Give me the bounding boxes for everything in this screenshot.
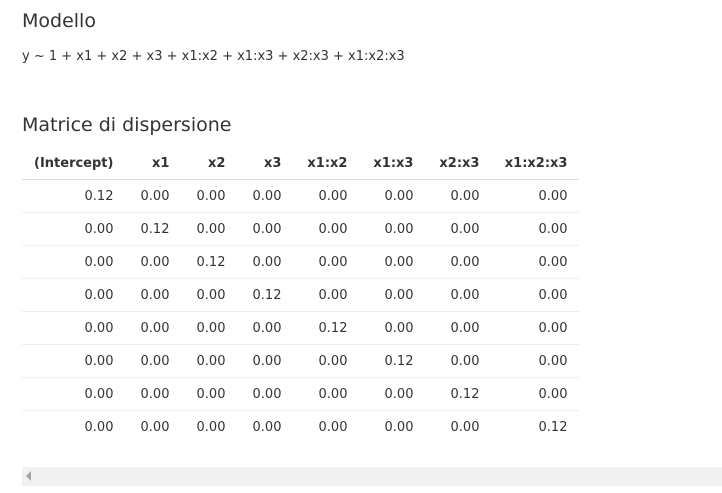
table-cell: 0.00 (359, 245, 426, 279)
table-cell: 0.00 (237, 344, 294, 378)
model-section-title: Modello (22, 10, 96, 32)
table-cell: 0.00 (22, 344, 126, 378)
table-cell: 0.00 (425, 179, 492, 213)
table-header-row: (Intercept) x1 x2 x3 x1:x2 x1:x3 x2:x3 x… (22, 148, 580, 180)
table-cell: 0.00 (125, 377, 182, 411)
table-cell: 0.00 (293, 245, 360, 279)
table-cell: 0.00 (359, 212, 426, 246)
table-cell: 0.00 (491, 311, 580, 345)
table-cell: 0.00 (22, 245, 126, 279)
table-cell: 0.00 (450, 419, 480, 435)
table-cell: 0.12 (538, 419, 568, 435)
table-cell: 0.12 (181, 245, 238, 279)
scroll-left-arrow-icon[interactable] (26, 471, 31, 481)
table-cell: 0.00 (425, 344, 492, 378)
table-row: 0.00 0.00 0.00 0.12 0.00 0.00 0.00 0.00 (22, 278, 580, 312)
table-cell: 0.00 (425, 245, 492, 279)
table-cell: 0.00 (181, 179, 238, 213)
table-cell: 0.00 (140, 419, 170, 435)
table-cell: 0.00 (425, 212, 492, 246)
table-cell: 0.00 (181, 344, 238, 378)
page: Modello y ~ 1 + x1 + x2 + x3 + x1:x2 + x… (0, 0, 722, 493)
table-cell: 0.00 (252, 419, 282, 435)
table-cell: 0.00 (359, 377, 426, 411)
table-cell: 0.00 (318, 419, 348, 435)
table-cell: 0.00 (125, 278, 182, 312)
table-cell: 0.00 (125, 311, 182, 345)
table-body: 0.12 0.00 0.00 0.00 0.00 0.00 0.00 0.00 0.00 0.12… (22, 179, 580, 444)
table-cell: 0.00 (181, 311, 238, 345)
table-cell: 0.00 (181, 377, 238, 411)
table-cell: 0.00 (22, 377, 126, 411)
table-cell: 0.12 (237, 278, 294, 312)
table-cell: 0.12 (22, 179, 126, 213)
table-cell: 0.00 (425, 278, 492, 312)
table-cell: 0.00 (293, 212, 360, 246)
table-row: 0.00 0.00 0.00 0.00 0.00 0.00 0.00 0.12 (22, 411, 579, 444)
table-cell: 0.00 (293, 278, 360, 312)
table-row: 0.00 0.12 0.00 0.00 0.00 0.00 0.00 0.00 (22, 212, 580, 246)
table-cell: 0.00 (237, 179, 294, 213)
table-cell: 0.00 (359, 278, 426, 312)
table-cell: 0.00 (293, 377, 360, 411)
table-cell: 0.00 (384, 419, 414, 435)
table-row: 0.00 0.00 0.00 0.00 0.00 0.00 0.12 0.00 (22, 377, 580, 411)
table-cell: 0.00 (491, 245, 580, 279)
table-cell: 0.00 (22, 311, 126, 345)
table-cell: 0.00 (125, 344, 182, 378)
table-cell: 0.00 (491, 212, 580, 246)
table-cell: 0.00 (125, 179, 182, 213)
column-header: x2:x3 (425, 148, 492, 180)
dispersion-matrix-title: Matrice di dispersione (22, 114, 232, 136)
table-cell: 0.12 (425, 377, 492, 411)
table-cell: 0.00 (125, 245, 182, 279)
column-header: x1:x2:x3 (491, 148, 580, 180)
column-header: x2 (181, 148, 238, 180)
table-cell: 0.00 (181, 212, 238, 246)
table-row: 0.00 0.00 0.00 0.00 0.00 0.12 0.00 0.00 (22, 344, 580, 378)
horizontal-scrollbar[interactable] (22, 467, 722, 486)
column-header: (Intercept) (22, 148, 126, 180)
column-header: x1 (125, 148, 182, 180)
table-row: 0.12 0.00 0.00 0.00 0.00 0.00 0.00 0.00 (22, 179, 580, 213)
table-cell: 0.00 (237, 245, 294, 279)
table-cell: 0.00 (181, 278, 238, 312)
table-cell: 0.00 (491, 278, 580, 312)
table-row: 0.00 0.00 0.12 0.00 0.00 0.00 0.00 0.00 (22, 245, 580, 279)
table-cell: 0.00 (359, 179, 426, 213)
table-cell: 0.00 (22, 278, 126, 312)
table-cell: 0.00 (237, 377, 294, 411)
table-cell: 0.12 (125, 212, 182, 246)
table-cell: 0.00 (359, 311, 426, 345)
dispersion-table-container: (Intercept) x1 x2 x3 x1:x2 x1:x3 x2:x3 x… (22, 148, 722, 466)
table-cell: 0.00 (491, 377, 580, 411)
column-header: x1:x2 (293, 148, 360, 180)
table-cell: 0.00 (196, 419, 226, 435)
dispersion-matrix-table: (Intercept) x1 x2 x3 x1:x2 x1:x3 x2:x3 x… (22, 148, 580, 444)
model-formula: y ~ 1 + x1 + x2 + x3 + x1:x2 + x1:x3 + x… (22, 49, 405, 64)
table-row: 0.00 0.00 0.00 0.00 0.12 0.00 0.00 0.00 (22, 311, 580, 345)
column-header: x3 (237, 148, 294, 180)
table-cell: 0.00 (491, 344, 580, 378)
table-cell: 0.12 (359, 344, 426, 378)
table-cell: 0.00 (293, 344, 360, 378)
table-cell: 0.00 (293, 179, 360, 213)
table-cell: 0.00 (425, 311, 492, 345)
table-cell: 0.00 (491, 179, 580, 213)
table-cell: 0.00 (84, 419, 114, 435)
table-cell: 0.00 (237, 311, 294, 345)
table-cell: 0.00 (237, 212, 294, 246)
table-cell: 0.12 (293, 311, 360, 345)
table-cell: 0.00 (22, 212, 126, 246)
column-header: x1:x3 (359, 148, 426, 180)
